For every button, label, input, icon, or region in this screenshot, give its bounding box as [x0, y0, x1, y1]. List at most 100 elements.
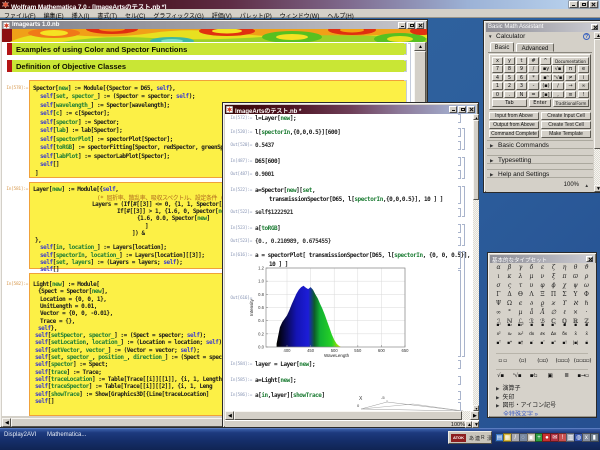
key-,[interactable]: ,	[552, 91, 564, 99]
menu-H[interactable]: ヘルプ(H)	[323, 9, 357, 20]
char-button[interactable]: λ	[515, 272, 526, 281]
template-button[interactable]: x₂	[504, 331, 515, 339]
char-button[interactable]: Ψ	[493, 299, 504, 308]
button-make-template[interactable]: Make Template	[541, 130, 591, 138]
char-button[interactable]: ϰ	[548, 299, 559, 308]
char-button[interactable]: σ	[493, 281, 504, 290]
menu-V[interactable]: 評価(V)	[208, 9, 236, 20]
char-button[interactable]: ϵ	[515, 299, 526, 308]
char-button[interactable]: π	[559, 272, 570, 281]
radical-template-button[interactable]: ▣	[543, 372, 558, 381]
char-button[interactable]: ϑ	[581, 263, 592, 272]
cell-bracket[interactable]	[458, 237, 461, 246]
cell-bracket[interactable]	[458, 360, 461, 369]
key-▪y[interactable]: ▪y	[540, 65, 552, 73]
cell-bracket[interactable]	[458, 224, 461, 233]
char-button[interactable]: ·	[581, 308, 592, 317]
key-N[interactable]: N	[516, 91, 527, 99]
char-button[interactable]: Å	[537, 308, 548, 317]
key-![interactable]: !	[578, 91, 589, 99]
template-button[interactable]: ▪̄	[537, 322, 548, 330]
cell-bracket[interactable]	[458, 270, 461, 357]
template-button[interactable]: x̄	[581, 331, 592, 339]
char-button[interactable]: ∅	[548, 308, 559, 317]
tab-advanced[interactable]: Advanced	[516, 43, 554, 52]
test-notebook-window[interactable]: ImageArtsのテスト.nb * In[572]:=l=Layer[new]…	[222, 102, 479, 428]
char-button[interactable]: ϖ	[570, 272, 581, 281]
key-documentation[interactable]: Documentation	[552, 57, 589, 65]
matrix-template-button[interactable]: (▫▫)	[533, 356, 552, 367]
menu-W[interactable]: ウィンドウ(W)	[276, 9, 324, 20]
cell-bracket[interactable]	[458, 114, 461, 123]
cell-bracket[interactable]	[458, 186, 461, 204]
taskbar-item-display2avi[interactable]: Display2AVI	[4, 431, 36, 440]
char-button[interactable]: ρ	[581, 272, 592, 281]
app-minimize-button[interactable]	[569, 1, 578, 8]
key-enter[interactable]: Enter	[529, 99, 551, 107]
template-button[interactable]: ▪⃗	[581, 322, 592, 330]
cell-bracket[interactable]	[458, 376, 461, 385]
typesetting-palette[interactable]: 基本的なタイプセット αβγδεζηθϑικλμνξπϖρσςτυφϕχψωΓΔ…	[487, 252, 597, 418]
char-button[interactable]: ℏ	[581, 299, 592, 308]
char-button[interactable]: ψ	[570, 281, 581, 290]
char-button[interactable]: χ	[559, 281, 570, 290]
key-6[interactable]: 6	[516, 74, 527, 82]
char-button[interactable]: δ	[526, 263, 537, 272]
template-button[interactable]: ∂x	[537, 331, 548, 339]
key-5[interactable]: 5	[504, 74, 515, 82]
char-button[interactable]: Ξ	[537, 290, 548, 299]
char-button[interactable]: υ	[526, 281, 537, 290]
test-minimize-button[interactable]	[449, 106, 457, 113]
zoom-up-button[interactable]: ▲	[465, 421, 472, 428]
char-button[interactable]: ω	[581, 281, 592, 290]
taskbar[interactable]: Display2AVIMathematica...ATOKあ連R漢▤▦/◌▣+●…	[0, 428, 600, 450]
tab-basic[interactable]: Basic	[490, 42, 514, 52]
cell-bracket[interactable]	[458, 251, 461, 269]
palette-zoom-toggle-icon[interactable]: ▲	[585, 183, 589, 188]
key-x[interactable]: x	[492, 57, 503, 65]
section-help-and-settings[interactable]: ▶Help and Settings	[487, 169, 593, 178]
template-button[interactable]: ▪*	[504, 340, 515, 348]
template-button[interactable]: ▪̈	[570, 322, 581, 330]
key-1[interactable]: 1	[492, 82, 503, 90]
bma-vscroll-thumb[interactable]	[594, 39, 600, 149]
char-button[interactable]: å	[526, 308, 537, 317]
template-button[interactable]: ▪̂	[526, 322, 537, 330]
imagearts-close-button[interactable]	[416, 22, 424, 29]
template-button[interactable]: ▪†	[515, 340, 526, 348]
template-button[interactable]: |▪|	[570, 340, 581, 348]
char-button[interactable]: η	[559, 263, 570, 272]
test-vscrollbar[interactable]: ▲ ▼	[473, 114, 479, 411]
key-7[interactable]: 7	[492, 65, 503, 73]
template-button[interactable]: ▪″	[537, 340, 548, 348]
key-2[interactable]: 2	[504, 82, 515, 90]
char-button[interactable]: κ	[504, 272, 515, 281]
template-button[interactable]: dx	[526, 331, 537, 339]
tray-icon-half[interactable]: ▮	[590, 433, 599, 442]
char-button[interactable]: τ	[515, 281, 526, 290]
key-[▪][interactable]: [▪]	[540, 91, 552, 99]
test-hscrollbar[interactable]: ◀ ▶	[225, 411, 479, 420]
matrix-template-button[interactable]: (▫)	[513, 356, 532, 367]
bma-titlebar[interactable]: Basic Math Assistant	[486, 23, 599, 32]
menu-E[interactable]: 編集(E)	[40, 9, 68, 20]
atok-mode-chip[interactable]: 漢	[487, 435, 492, 442]
cell-bracket[interactable]	[462, 224, 465, 246]
char-button[interactable]: γ	[515, 263, 526, 272]
template-button[interactable]: ▪₂²	[515, 322, 526, 330]
key-=[interactable]: =	[528, 91, 539, 99]
key-▪ⁿ[interactable]: ▪ⁿ	[540, 74, 552, 82]
app-maximize-button[interactable]	[579, 1, 588, 8]
char-button[interactable]: ν	[537, 272, 548, 281]
template-button[interactable]: x̂	[570, 331, 581, 339]
key-*[interactable]: *	[528, 74, 539, 82]
section-typesetting[interactable]: ▶Typesetting	[487, 155, 593, 164]
test-close-button[interactable]	[467, 106, 475, 113]
char-button[interactable]: ζ	[548, 263, 559, 272]
radical-template-button[interactable]: ▪→▫	[576, 372, 591, 381]
char-button[interactable]: ϒ	[559, 299, 570, 308]
key-√▪[interactable]: √▪	[552, 65, 564, 73]
bma-vscrollbar[interactable]: ▲ ▼	[594, 32, 600, 192]
key-i[interactable]: i	[578, 74, 589, 82]
cell-bracket[interactable]	[462, 186, 465, 217]
